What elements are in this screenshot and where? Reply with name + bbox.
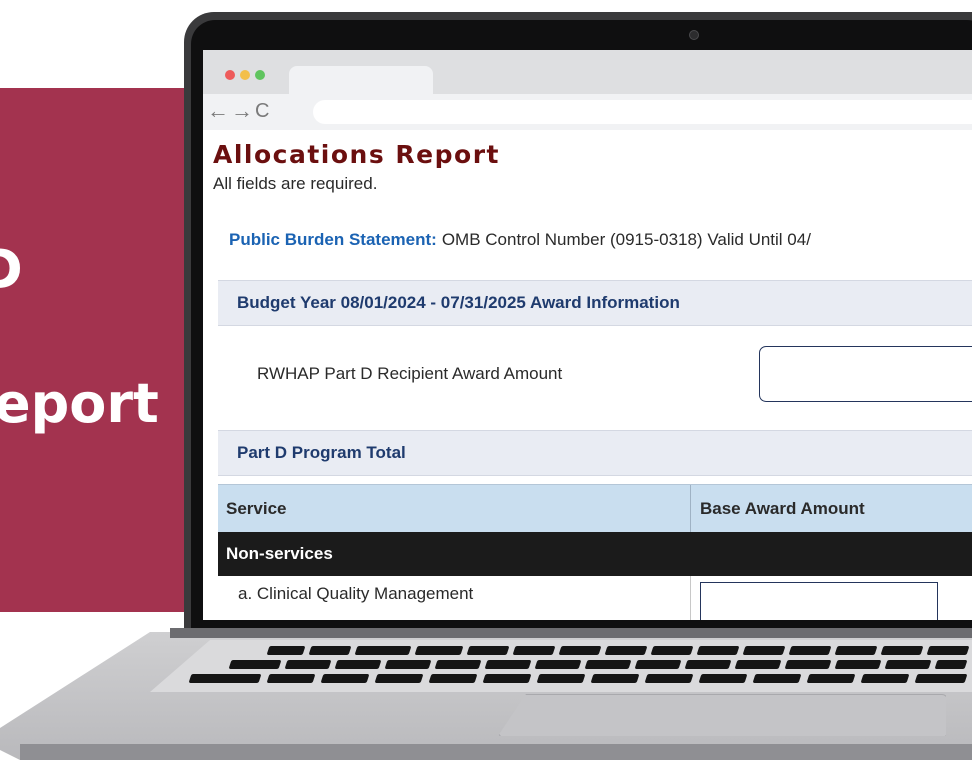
window-maximize-dot[interactable] [255, 70, 265, 80]
keyboard-key [284, 660, 332, 669]
keyboard-key [788, 646, 832, 655]
keyboard-key [742, 646, 786, 655]
keyboard-key [834, 646, 878, 655]
keyboard-key [914, 674, 968, 683]
forward-arrow-icon[interactable]: → [231, 98, 253, 124]
keyboard-key [860, 674, 910, 683]
keyboard-key [188, 674, 262, 683]
award-amount-label: RWHAP Part D Recipient Award Amount [257, 364, 563, 383]
keyboard-key [334, 660, 382, 669]
keyboard-key [734, 660, 782, 669]
keyboard [150, 640, 972, 692]
browser-toolbar: ← → C [203, 94, 972, 130]
keyboard-key [784, 660, 832, 669]
keyboard-key [644, 674, 694, 683]
keyboard-key [752, 674, 802, 683]
window-minimize-dot[interactable] [240, 70, 250, 80]
service-name: a. Clinical Quality Management [238, 584, 474, 603]
keyboard-key [926, 646, 970, 655]
keyboard-key [320, 674, 370, 683]
keyboard-key [414, 646, 464, 655]
reload-icon[interactable]: C [255, 98, 269, 124]
keyboard-key [604, 646, 648, 655]
column-divider [690, 576, 691, 620]
keyboard-key [308, 646, 352, 655]
table-header-row: Service Base Award Amount [218, 484, 972, 533]
back-arrow-icon[interactable]: ← [207, 98, 229, 124]
browser-tab[interactable] [289, 66, 433, 94]
browser-tab-strip [203, 50, 972, 94]
keyboard-key [266, 674, 316, 683]
keyboard-key [354, 646, 412, 655]
keyboard-key [484, 660, 532, 669]
keyboard-key [584, 660, 632, 669]
keyboard-key [634, 660, 682, 669]
keyboard-key [428, 674, 478, 683]
laptop-hinge [170, 628, 972, 638]
award-information-heading: Budget Year 08/01/2024 - 07/31/2025 Awar… [237, 293, 680, 312]
laptop-front-edge [20, 744, 972, 760]
keyboard-key [266, 646, 306, 655]
keyboard-key [374, 674, 424, 683]
column-header-base-award: Base Award Amount [700, 499, 865, 518]
keyboard-key [698, 674, 748, 683]
page-title: Allocations Report [213, 140, 500, 169]
keyboard-key [558, 646, 602, 655]
page-content: Allocations Report All fields are requir… [203, 130, 972, 620]
table-row: a. Clinical Quality Management [218, 576, 972, 620]
keyboard-key [696, 646, 740, 655]
public-burden-text: OMB Control Number (0915-0318) Valid Unt… [441, 230, 811, 249]
keyboard-key [434, 660, 482, 669]
keyboard-key [684, 660, 732, 669]
keyboard-key [466, 646, 510, 655]
camera-icon [689, 30, 699, 40]
keyboard-key [884, 660, 932, 669]
table-group-row: Non-services [218, 532, 972, 576]
keyboard-key [534, 660, 582, 669]
address-bar[interactable] [313, 100, 972, 124]
keyboard-key [934, 660, 968, 669]
keyboard-key [384, 660, 432, 669]
public-burden-link[interactable]: Public Burden Statement: [229, 230, 437, 249]
award-amount-input[interactable] [759, 346, 972, 402]
keyboard-key [590, 674, 640, 683]
promo-title-line-2: eport [0, 372, 159, 435]
keyboard-key [650, 646, 694, 655]
program-total-heading: Part D Program Total [237, 443, 406, 462]
keyboard-key [228, 660, 282, 669]
program-total-header: Part D Program Total [218, 430, 972, 476]
keyboard-key [536, 674, 586, 683]
window-close-dot[interactable] [225, 70, 235, 80]
browser-window: ← → C Allocations Report All fields are … [203, 50, 972, 620]
keyboard-key [512, 646, 556, 655]
keyboard-key [880, 646, 924, 655]
base-award-input[interactable] [700, 582, 938, 620]
keyboard-key [834, 660, 882, 669]
column-divider [690, 485, 691, 533]
public-burden-statement: Public Burden Statement: OMB Control Numb… [229, 230, 811, 250]
keyboard-key [482, 674, 532, 683]
trackpad[interactable] [498, 694, 946, 736]
keyboard-key [806, 674, 856, 683]
award-information-header: Budget Year 08/01/2024 - 07/31/2025 Awar… [218, 280, 972, 326]
required-note: All fields are required. [213, 174, 378, 193]
group-label: Non-services [226, 544, 333, 563]
column-header-service: Service [226, 499, 287, 518]
promo-title-line-1: D [0, 238, 23, 301]
